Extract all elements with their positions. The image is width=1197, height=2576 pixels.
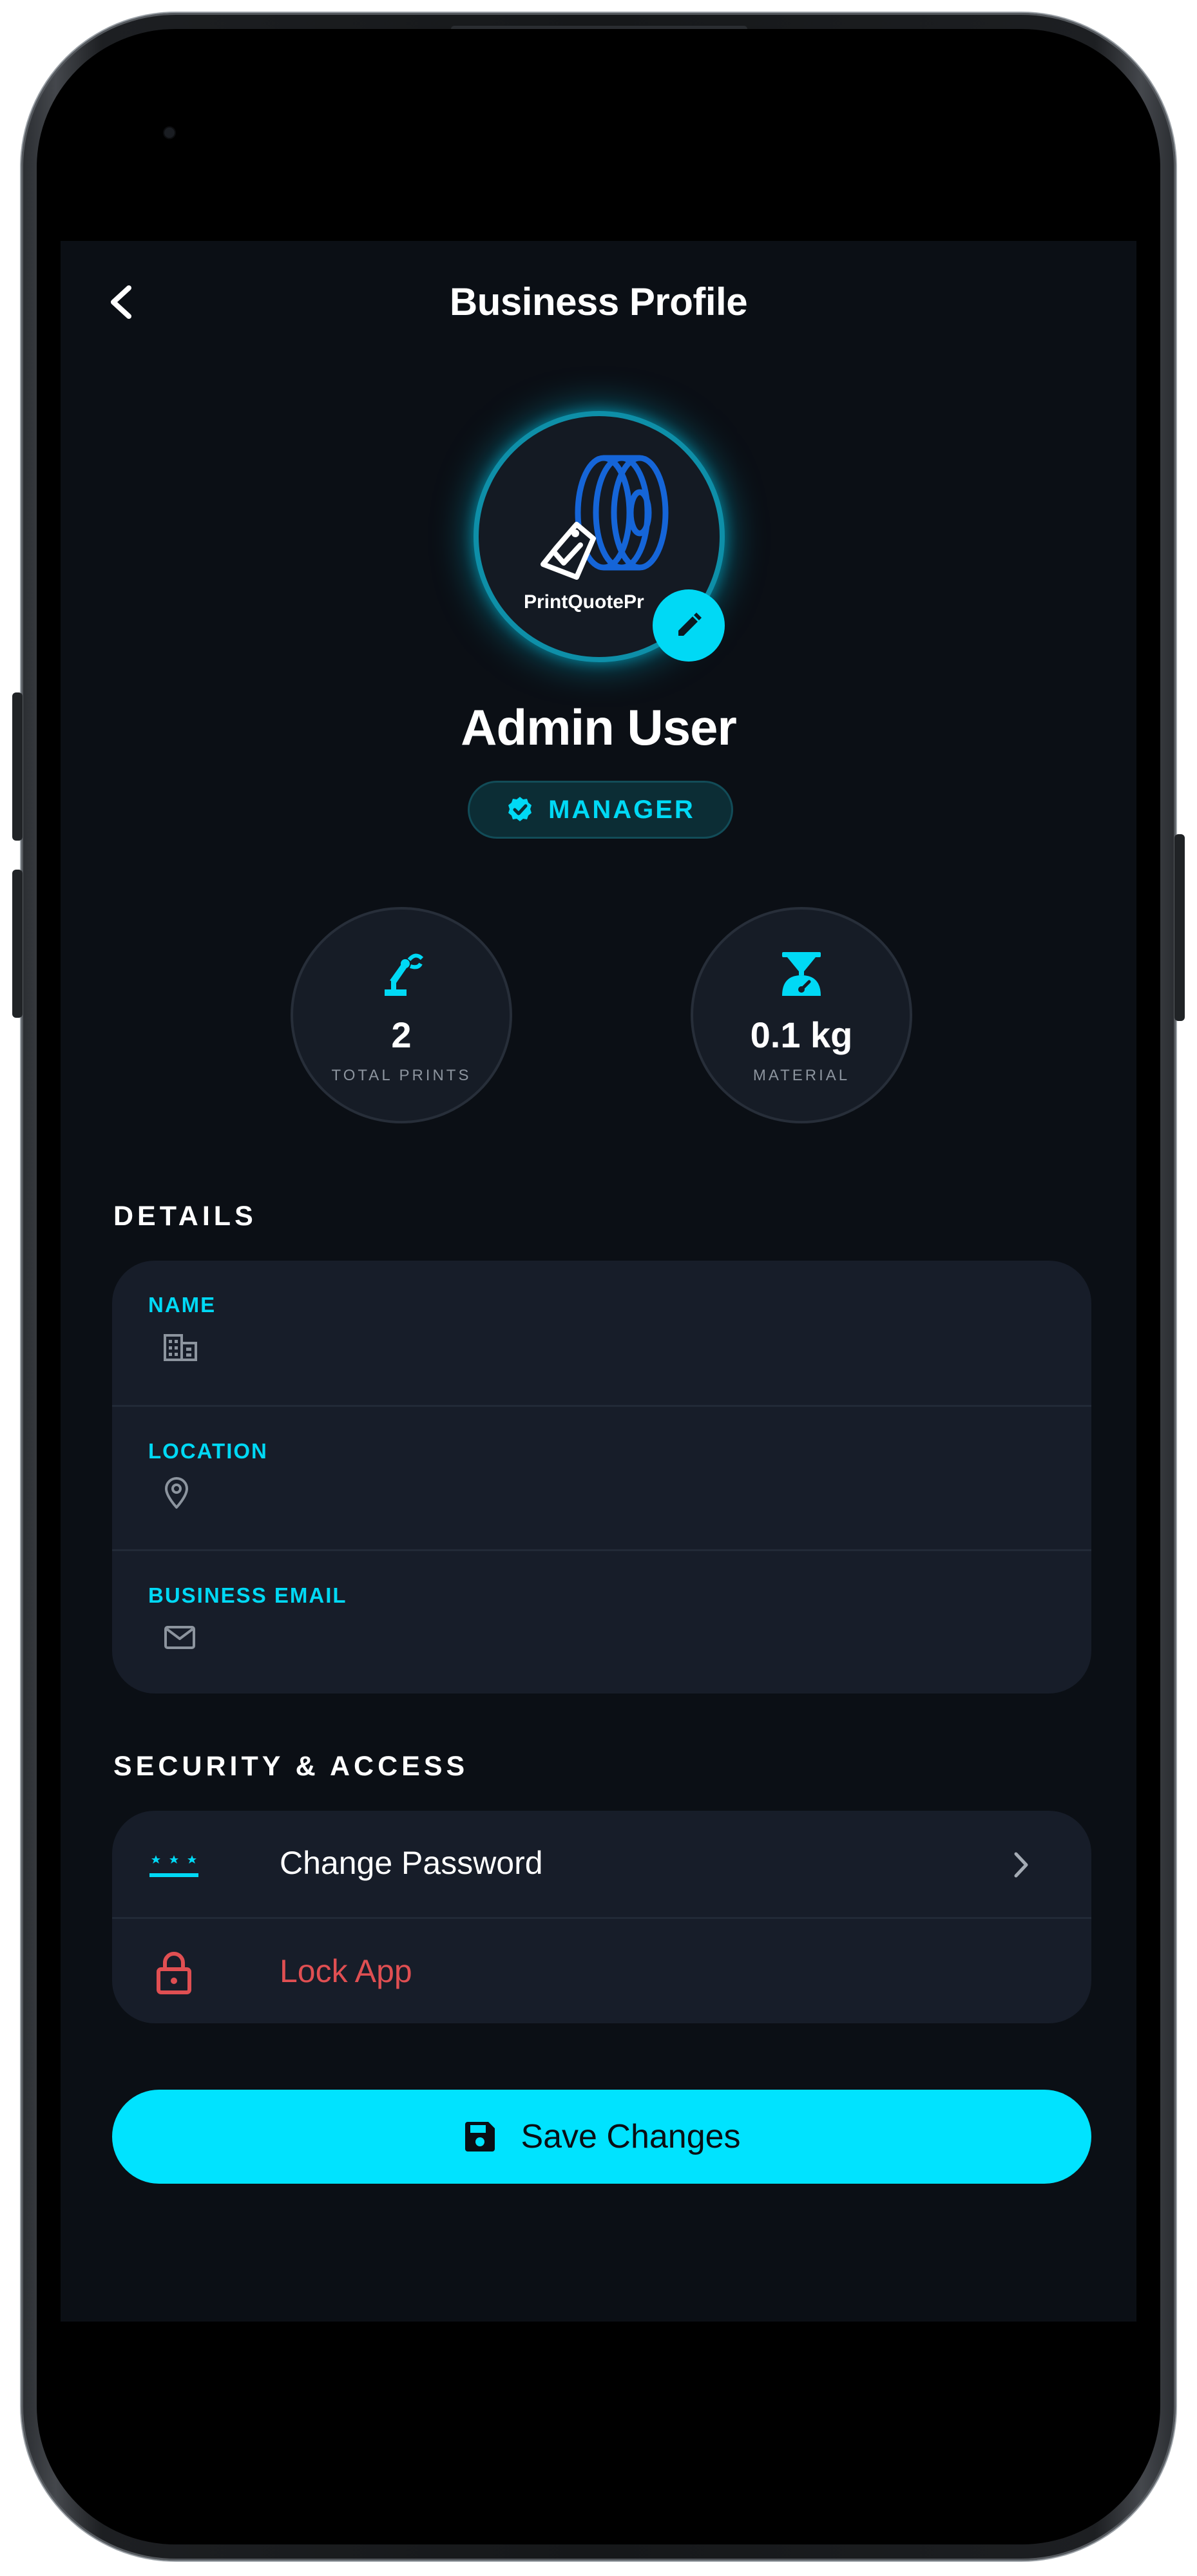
field-label: LOCATION <box>148 1439 268 1463</box>
avatar-brand-text: PrintQuotePr <box>524 591 644 613</box>
robot-arm-icon <box>385 953 424 996</box>
scale-icon <box>782 952 821 996</box>
building-icon <box>164 1334 197 1361</box>
field-label: NAME <box>148 1293 216 1317</box>
password-dots-icon <box>149 1855 198 1877</box>
stat-label: MATERIAL <box>752 1067 850 1084</box>
header: Business Profile <box>61 241 1136 363</box>
field-label: BUSINESS EMAIL <box>148 1583 347 1607</box>
lock-icon <box>157 1952 191 1994</box>
business-email-field[interactable]: BUSINESS EMAIL <box>112 1549 1091 1693</box>
envelope-icon <box>164 1626 195 1649</box>
role-label: MANAGER <box>548 795 695 824</box>
volume-down-button <box>12 870 23 1018</box>
floppy-disk-icon <box>465 2122 495 2151</box>
stat-total-prints: 2 TOTAL PRINTS <box>291 907 512 1123</box>
name-field[interactable]: NAME <box>112 1261 1091 1405</box>
change-password-row[interactable]: Change Password <box>112 1811 1091 1917</box>
lock-app-row[interactable]: Lock App <box>112 1917 1091 2023</box>
stat-label: TOTAL PRINTS <box>331 1067 472 1084</box>
avatar[interactable]: PrintQuotePr <box>474 411 725 662</box>
security-section-title: SECURITY & ACCESS <box>113 1751 469 1782</box>
verified-check-icon <box>508 797 532 821</box>
user-name: Admin User <box>461 699 737 756</box>
pencil-icon <box>678 613 702 636</box>
stat-value: 0.1 kg <box>750 1015 853 1055</box>
change-password-label: Change Password <box>280 1845 543 1881</box>
security-card: Change Password Lock App <box>112 1811 1091 2023</box>
role-badge: MANAGER <box>468 781 733 839</box>
business-email-input[interactable] <box>164 1619 209 1655</box>
chevron-right-icon <box>1014 1852 1028 1878</box>
lock-app-label: Lock App <box>280 1953 412 1989</box>
stat-material: 0.1 kg MATERIAL <box>691 907 912 1123</box>
save-changes-label: Save Changes <box>521 2118 741 2155</box>
page-title: Business Profile <box>449 280 748 323</box>
location-input[interactable] <box>164 1475 202 1511</box>
save-changes-button[interactable]: Save Changes <box>112 2090 1091 2184</box>
volume-up-button <box>12 692 23 841</box>
stat-value: 2 <box>391 1015 412 1055</box>
edit-avatar-button[interactable] <box>653 589 725 662</box>
power-button <box>1174 834 1185 1021</box>
front-camera <box>164 128 175 138</box>
name-input[interactable] <box>164 1329 210 1365</box>
location-pin-icon <box>165 1477 188 1509</box>
details-section-title: DETAILS <box>113 1201 257 1232</box>
business-profile-screen: Business Profile PrintQuotePr Admin User… <box>61 241 1136 2322</box>
details-card: NAME LOCATION BUSINESS EMAIL <box>112 1261 1091 1693</box>
location-field[interactable]: LOCATION <box>112 1405 1091 1549</box>
